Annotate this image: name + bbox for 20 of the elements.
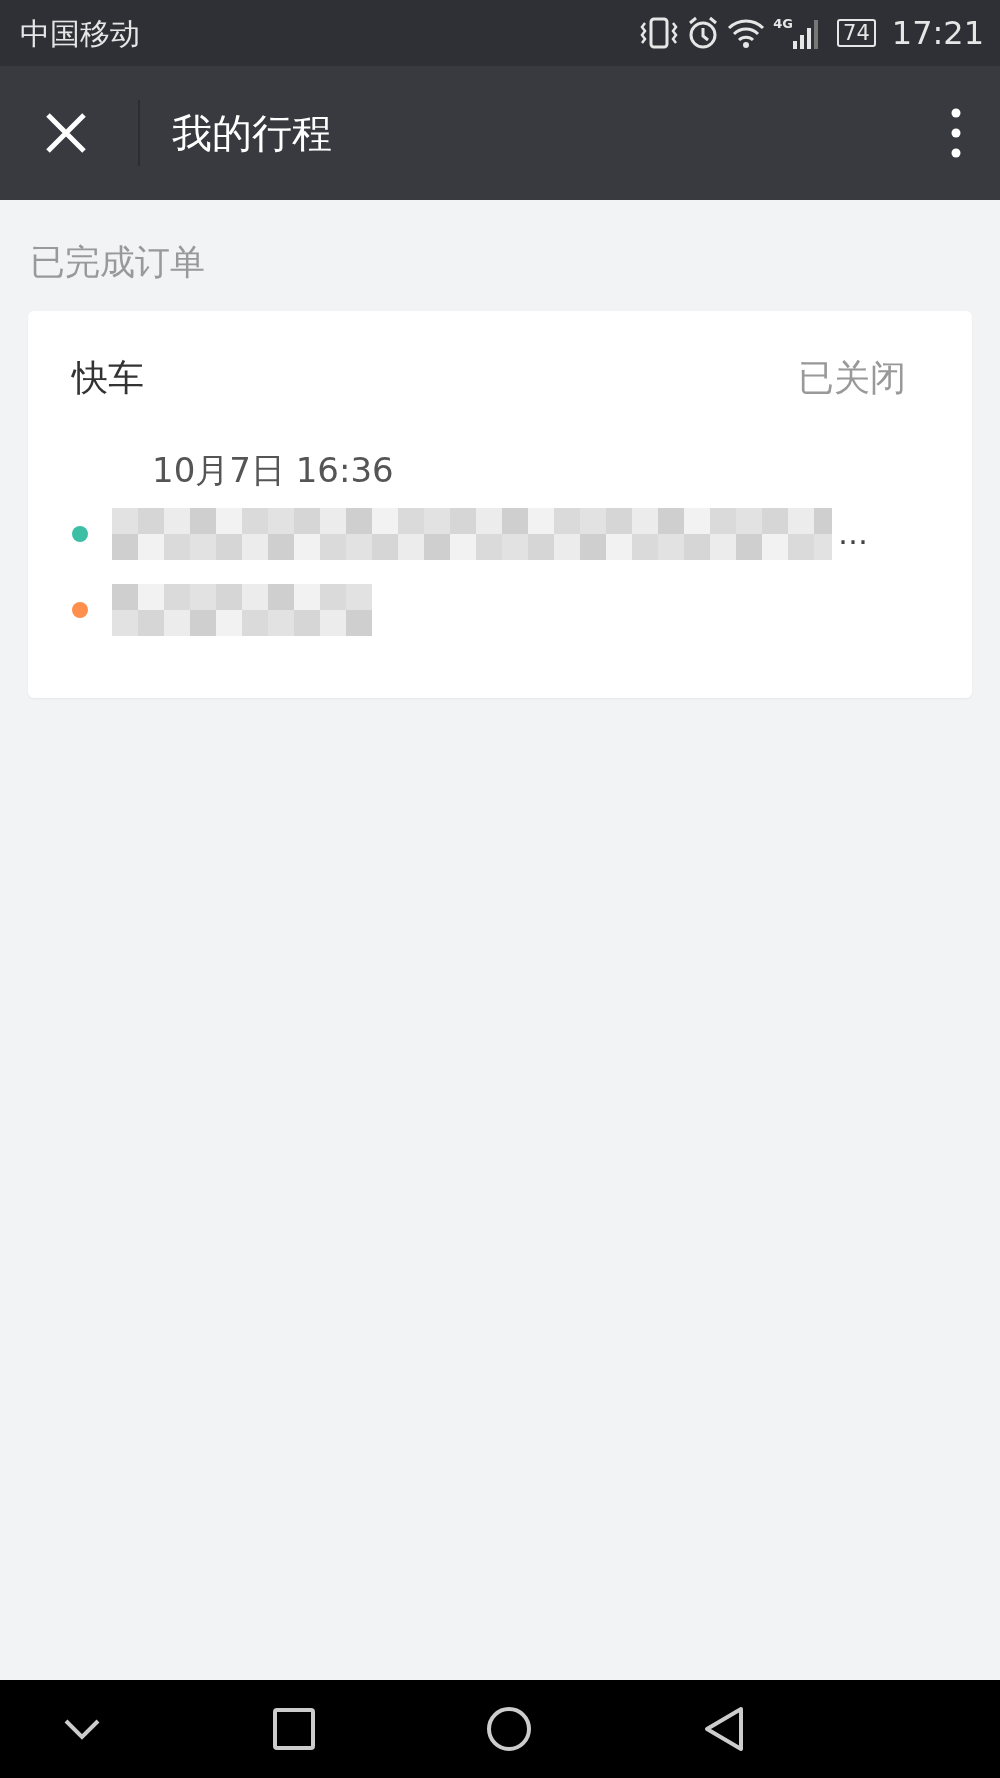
network-label: 4G [773, 17, 794, 30]
vibrate-icon [639, 15, 680, 51]
more-icon[interactable] [951, 108, 961, 158]
page-title: 我的行程 [172, 109, 332, 158]
square-icon[interactable] [273, 1708, 315, 1750]
ellipsis: … [838, 515, 868, 553]
chevron-down-icon[interactable] [62, 1717, 102, 1741]
wifi-icon [727, 18, 766, 48]
back-triangle-icon[interactable] [703, 1706, 745, 1752]
section-title: 已完成订单 [29, 241, 206, 284]
order-time: 10月7日 16:36 [152, 449, 394, 490]
close-icon[interactable] [45, 112, 87, 154]
order-status: 已关闭 [798, 355, 906, 400]
circle-icon[interactable] [486, 1706, 532, 1752]
clock-time: 17:21 [891, 13, 984, 54]
order-card[interactable]: 快车 已关闭 10月7日 16:36 … [28, 310, 972, 698]
carrier-name: 中国移动 [20, 14, 140, 53]
battery-icon: 74 [837, 19, 876, 47]
alarm-icon [687, 16, 720, 50]
ride-type: 快车 [72, 355, 144, 400]
